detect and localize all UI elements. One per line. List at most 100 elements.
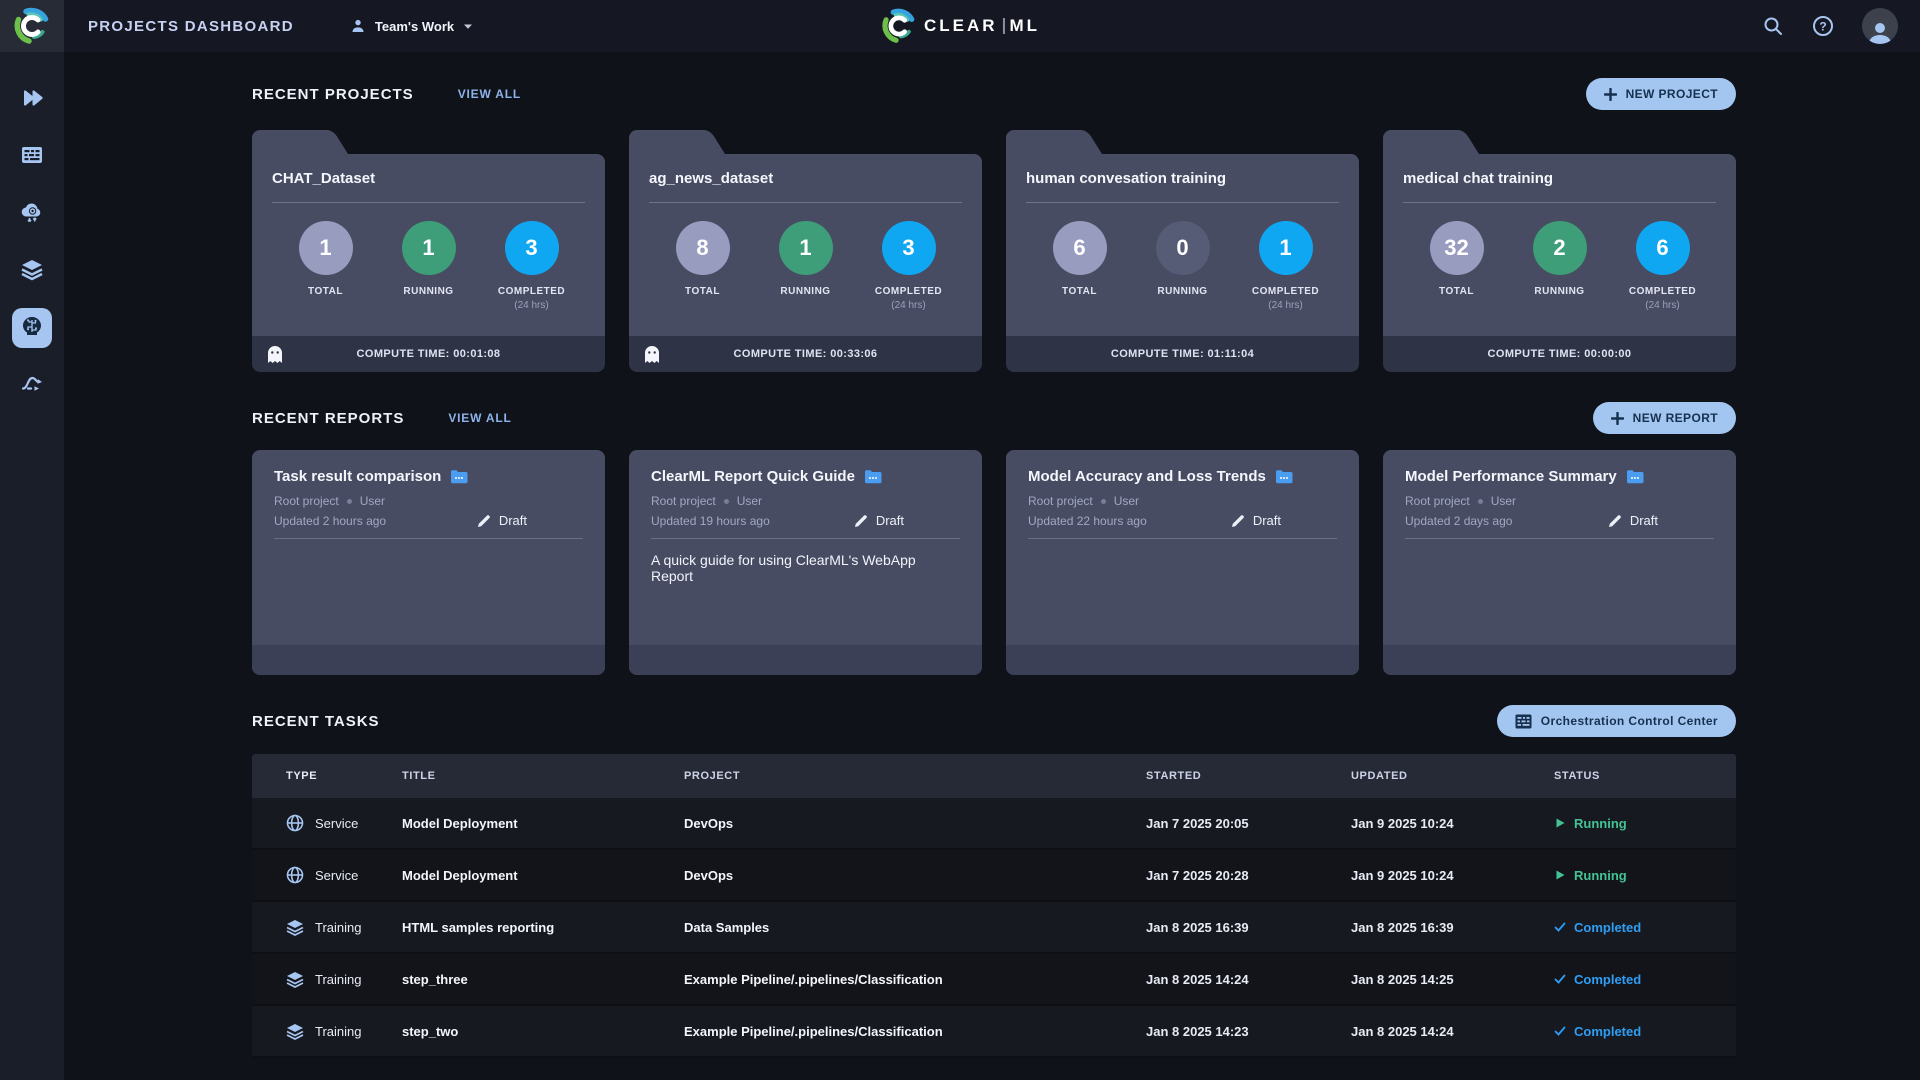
task-status-text: Running (1574, 867, 1627, 883)
brand-separator (1002, 18, 1005, 34)
task-row[interactable]: Training HTML samples reporting Data Sam… (252, 902, 1736, 954)
stat-sublabel: (24 hrs) (1268, 300, 1303, 311)
recent-tasks-table: TYPE TITLE PROJECT STARTED UPDATED STATUS Ser… (252, 754, 1736, 1058)
stat-label: TOTAL (1439, 286, 1474, 297)
workers-queues-icon (20, 143, 44, 172)
task-project[interactable]: DevOps (684, 816, 1146, 831)
task-started: Jan 8 2025 16:39 (1146, 919, 1249, 935)
task-status-text: Running (1574, 815, 1627, 831)
report-title[interactable]: Model Accuracy and Loss Trends (1028, 468, 1266, 485)
report-title[interactable]: Model Performance Summary (1405, 468, 1617, 485)
report-project: Root project (651, 494, 716, 508)
column-header-type: TYPE (286, 770, 318, 782)
column-header-project: PROJECT (684, 770, 741, 782)
project-card[interactable]: CHAT_Dataset 1 TOTAL 1 RUNNING 3 COMPLET… (252, 130, 605, 372)
task-row[interactable]: Training step_two Example Pipeline/.pipe… (252, 1006, 1736, 1058)
model-brain-icon (20, 314, 44, 343)
stat-circle: 32 TOTAL (1414, 221, 1500, 312)
pencil-icon (1231, 514, 1245, 528)
report-status-badge: Draft (875, 513, 904, 528)
task-updated: Jan 8 2025 16:39 (1351, 919, 1454, 935)
sidebar-item-model-brain[interactable] (12, 308, 52, 348)
project-footer: COMPUTE TIME: 00:01:08 (252, 336, 605, 372)
task-type: Service (315, 815, 359, 831)
divider (1028, 538, 1337, 539)
datasets-layers-icon (20, 257, 44, 286)
compute-time-label: COMPUTE TIME: (356, 348, 450, 360)
report-folder-icon (1626, 469, 1644, 484)
report-card[interactable]: Task result comparison Root project User… (252, 450, 605, 675)
sidebar-item-datasets-layers[interactable] (12, 251, 52, 291)
stat-value: 0 (1155, 221, 1210, 275)
sidebar-item-autoscaler-cloud[interactable] (12, 194, 52, 234)
reports-section-header: RECENT REPORTS VIEW ALL NEW REPORT (252, 402, 1736, 434)
search-icon[interactable] (1762, 15, 1784, 37)
new-report-button[interactable]: NEW REPORT (1592, 402, 1736, 434)
check-icon (1554, 973, 1566, 985)
stat-value: 32 (1429, 221, 1484, 275)
task-row[interactable]: Training step_three Example Pipeline/.pi… (252, 954, 1736, 1006)
project-name[interactable]: ag_news_dataset (649, 170, 962, 187)
project-name[interactable]: medical chat training (1403, 170, 1716, 187)
pencil-icon (1608, 514, 1622, 528)
stat-circle: 1 RUNNING (763, 221, 849, 312)
stat-circle: 2 RUNNING (1517, 221, 1603, 312)
task-row[interactable]: Service Model Deployment DevOps Jan 7 20… (252, 850, 1736, 902)
projects-view-all-link[interactable]: VIEW ALL (458, 87, 521, 101)
task-title[interactable]: Model Deployment (402, 868, 684, 883)
stat-label: COMPLETED (497, 286, 566, 297)
reports-section-title: RECENT REPORTS (252, 409, 405, 427)
sidebar-item-workers-queues[interactable] (12, 137, 52, 177)
compute-time-label: COMPUTE TIME: (1110, 348, 1205, 360)
divider (274, 538, 583, 539)
workspace-selector[interactable]: Team's Work (350, 18, 473, 34)
user-avatar[interactable] (1862, 8, 1898, 44)
task-project[interactable]: Data Samples (684, 920, 1146, 935)
help-icon[interactable]: ? (1812, 15, 1834, 37)
task-title[interactable]: step_two (402, 1024, 684, 1039)
task-project[interactable]: DevOps (684, 868, 1146, 883)
report-card[interactable]: Model Performance Summary Root project U… (1383, 450, 1736, 675)
report-title[interactable]: ClearML Report Quick Guide (651, 468, 855, 485)
task-updated: Jan 9 2025 10:24 (1351, 815, 1454, 831)
report-project: Root project (1028, 494, 1093, 508)
orchestration-control-center-button[interactable]: Orchestration Control Center (1496, 705, 1736, 737)
sidebar-item-projects[interactable] (12, 80, 52, 120)
play-icon (1554, 817, 1566, 829)
stat-circle: 6 COMPLETED (24 hrs) (1620, 221, 1706, 312)
ghost-icon (643, 344, 661, 364)
task-title[interactable]: Model Deployment (402, 816, 684, 831)
task-project[interactable]: Example Pipeline/.pipelines/Classificati… (684, 972, 1146, 987)
stat-label: TOTAL (308, 286, 343, 297)
bullet-separator (1100, 498, 1106, 504)
sidebar-item-pipelines[interactable] (12, 365, 52, 405)
report-card[interactable]: ClearML Report Quick Guide Root project … (629, 450, 982, 675)
report-card-footer (1006, 645, 1359, 675)
projects-section-header: RECENT PROJECTS VIEW ALL NEW PROJECT (252, 78, 1736, 110)
task-row[interactable]: Service Model Deployment DevOps Jan 7 20… (252, 798, 1736, 850)
report-title[interactable]: Task result comparison (274, 468, 441, 485)
report-card-footer (252, 645, 605, 675)
task-project[interactable]: Example Pipeline/.pipelines/Classificati… (684, 1024, 1146, 1039)
report-description: A quick guide for using ClearML's WebApp… (651, 552, 916, 584)
ghost-icon (266, 344, 284, 364)
project-card[interactable]: ag_news_dataset 8 TOTAL 1 RUNNING 3 COMP… (629, 130, 982, 372)
project-name[interactable]: CHAT_Dataset (272, 170, 585, 187)
report-card[interactable]: Model Accuracy and Loss Trends Root proj… (1006, 450, 1359, 675)
task-updated: Jan 9 2025 10:24 (1351, 867, 1454, 883)
task-title[interactable]: HTML samples reporting (402, 920, 684, 935)
person-icon (350, 18, 366, 34)
project-name[interactable]: human convesation training (1026, 170, 1339, 187)
stat-value: 1 (401, 221, 456, 275)
stat-circle: 3 COMPLETED (24 hrs) (489, 221, 575, 312)
project-card[interactable]: human convesation training 6 TOTAL 0 RUN… (1006, 130, 1359, 372)
task-title[interactable]: step_three (402, 972, 684, 987)
reports-view-all-link[interactable]: VIEW ALL (448, 411, 511, 425)
project-card[interactable]: medical chat training 32 TOTAL 2 RUNNING… (1383, 130, 1736, 372)
project-footer: COMPUTE TIME: 00:33:06 (629, 336, 982, 372)
new-project-button[interactable]: NEW PROJECT (1585, 78, 1736, 110)
server-grid-icon (1515, 714, 1532, 729)
stat-label: TOTAL (1062, 286, 1097, 297)
compute-time-value: 01:11:04 (1207, 348, 1255, 360)
app-logo[interactable] (0, 0, 64, 52)
